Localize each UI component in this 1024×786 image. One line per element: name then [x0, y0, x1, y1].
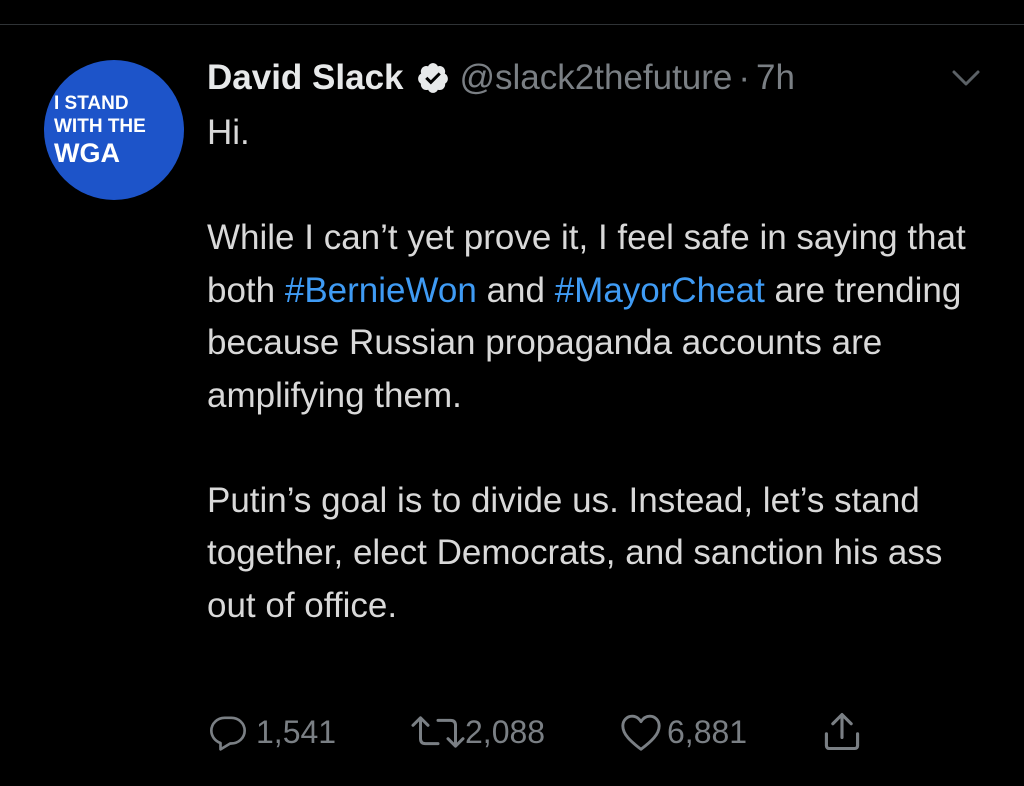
reply-button[interactable]: 1,541 — [208, 704, 336, 760]
separator-dot: · — [738, 58, 751, 97]
tweet-actions-bar: 1,541 2,088 6,881 — [0, 704, 1024, 760]
reply-count: 1,541 — [256, 713, 337, 750]
tweet-greeting: Hi. — [207, 113, 250, 152]
like-icon — [621, 714, 661, 751]
display-name[interactable]: David Slack — [207, 58, 404, 98]
top-divider — [0, 24, 1024, 25]
hashtag-link-mayorcheat[interactable]: #MayorCheat — [555, 271, 765, 310]
reply-icon — [210, 716, 247, 751]
user-handle[interactable]: @slack2thefuture — [460, 58, 733, 98]
hashtag-link-berniewon[interactable]: #BernieWon — [285, 271, 477, 310]
chevron-down-icon[interactable] — [946, 64, 986, 94]
avatar[interactable]: I STAND WITH THE WGA — [44, 60, 184, 200]
share-button[interactable] — [820, 704, 864, 760]
like-count: 6,881 — [667, 713, 748, 750]
share-icon — [824, 713, 860, 751]
avatar-badge-text: I STAND WITH THE WGA — [54, 94, 146, 167]
tweet-text: Hi. While I can’t yet prove it, I feel sa… — [207, 107, 987, 632]
tweet-header: David Slack @slack2thefuture · 7h — [207, 56, 795, 100]
avatar-line-3: WGA — [54, 138, 120, 168]
timestamp[interactable]: 7h — [756, 58, 795, 98]
tweet-paragraph-2: While I can’t yet prove it, I feel safe … — [207, 212, 987, 422]
verified-badge-icon — [417, 63, 448, 93]
avatar-line-1: I STAND — [54, 93, 129, 114]
avatar-line-2: WITH THE — [54, 116, 146, 137]
tweet-text-segment: and — [476, 270, 555, 310]
like-button[interactable]: 6,881 — [619, 704, 747, 760]
retweet-button[interactable]: 2,088 — [409, 704, 545, 760]
retweet-icon — [411, 716, 465, 748]
tweet-paragraph-3: Putin’s goal is to divide us. Instead, l… — [207, 480, 943, 625]
retweet-count: 2,088 — [465, 713, 546, 750]
